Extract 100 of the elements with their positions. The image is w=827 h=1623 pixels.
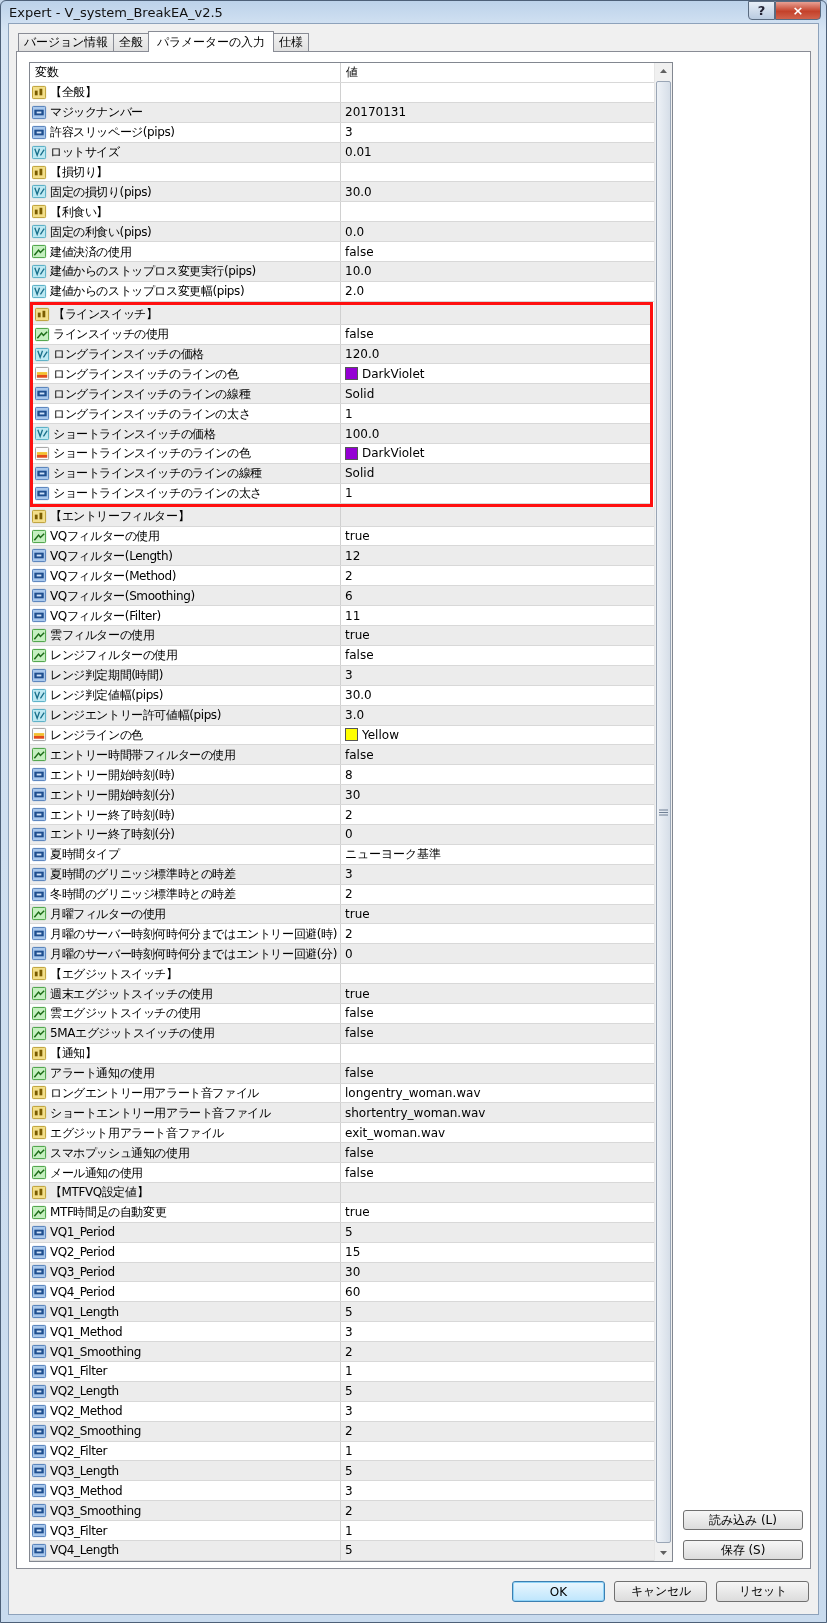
table-row[interactable]: 【通知】 bbox=[30, 1043, 654, 1064]
table-row[interactable]: 【エントリーフィルター】 bbox=[30, 506, 654, 527]
table-row[interactable]: VQフィルター(Filter) 11 bbox=[30, 606, 654, 627]
parameter-name: 月曜フィルターの使用 bbox=[50, 906, 166, 921]
dialog-button[interactable]: リセット bbox=[716, 1581, 809, 1602]
parameter-value: false bbox=[345, 1026, 374, 1041]
table-row[interactable]: エグジット用アラート音ファイル exit_woman.wav bbox=[30, 1123, 654, 1144]
table-row[interactable]: VQ3_Filter 1 bbox=[30, 1521, 654, 1541]
table-row[interactable]: レンジ判定値幅(pips) 30.0 bbox=[30, 685, 654, 706]
tab[interactable]: バージョン情報 bbox=[18, 33, 114, 51]
table-row[interactable]: VQ3_Period 30 bbox=[30, 1262, 654, 1283]
table-row[interactable]: VQ2_Length 5 bbox=[30, 1381, 654, 1402]
parameter-value: 10.0 bbox=[345, 264, 372, 279]
parameter-value: 5 bbox=[345, 1384, 353, 1399]
table-row[interactable]: 【ラインスイッチ】 bbox=[33, 304, 650, 325]
table-row[interactable]: メール通知の使用 false bbox=[30, 1163, 654, 1183]
table-row[interactable]: VQフィルター(Length) 12 bbox=[30, 546, 654, 567]
column-header[interactable]: 変数 bbox=[30, 63, 341, 82]
dialog-button[interactable]: OK bbox=[512, 1581, 605, 1602]
table-row[interactable]: ロングラインスイッチのラインの線種 Solid bbox=[33, 384, 650, 405]
table-row[interactable]: 建値決済の使用 false bbox=[30, 242, 654, 262]
table-row[interactable]: エントリー時間帯フィルターの使用 false bbox=[30, 745, 654, 766]
column-header[interactable]: 値 bbox=[341, 63, 654, 82]
table-row[interactable]: VQフィルター(Method) 2 bbox=[30, 566, 654, 587]
dialog-button[interactable]: キャンセル bbox=[614, 1581, 707, 1602]
table-row[interactable]: ショートラインスイッチのラインの太さ 1 bbox=[33, 483, 650, 504]
table-row[interactable]: VQ2_Filter 1 bbox=[30, 1441, 654, 1462]
table-row[interactable]: レンジフィルターの使用 false bbox=[30, 645, 654, 666]
table-row[interactable]: エントリー終了時刻(時) 2 bbox=[30, 805, 654, 825]
table-row[interactable]: VQ3_Length 5 bbox=[30, 1461, 654, 1482]
table-row[interactable]: VQ2_Smoothing 2 bbox=[30, 1421, 654, 1442]
table-row[interactable]: エントリー終了時刻(分) 0 bbox=[30, 824, 654, 845]
table-row[interactable]: ロングラインスイッチのラインの太さ 1 bbox=[33, 404, 650, 425]
table-row[interactable]: ラインスイッチの使用 false bbox=[33, 324, 650, 345]
parameter-name: VQ3_Smoothing bbox=[50, 1503, 141, 1518]
table-row[interactable]: ショートエントリー用アラート音ファイル shortentry_woman.wav bbox=[30, 1103, 654, 1124]
table-row[interactable]: 夏時間のグリニッジ標準時との時差 3 bbox=[30, 864, 654, 885]
table-row[interactable]: レンジラインの色 Yellow bbox=[30, 725, 654, 746]
table-row[interactable]: 【MTFVQ設定値】 bbox=[30, 1183, 654, 1203]
table-row[interactable]: 月曜のサーバー時刻何時何分まではエントリー回避(時) 2 bbox=[30, 924, 654, 945]
table-row[interactable]: ロングラインスイッチのラインの色 DarkViolet bbox=[33, 364, 650, 385]
table-row[interactable]: VQ1_Period 5 bbox=[30, 1222, 654, 1243]
table-row[interactable]: VQ4_Period 60 bbox=[30, 1282, 654, 1303]
parameter-value: shortentry_woman.wav bbox=[345, 1105, 486, 1120]
parameter-name: VQ3_Filter bbox=[50, 1523, 107, 1538]
table-row[interactable]: 【全般】 bbox=[30, 83, 654, 103]
table-row[interactable]: VQ2_Period 15 bbox=[30, 1242, 654, 1263]
tab[interactable]: 仕様 bbox=[273, 33, 309, 51]
table-row[interactable]: 月曜フィルターの使用 true bbox=[30, 904, 654, 925]
table-row[interactable]: アラート通知の使用 false bbox=[30, 1063, 654, 1084]
table-row[interactable]: VQ1_Length 5 bbox=[30, 1302, 654, 1323]
table-row[interactable]: ロットサイズ 0.01 bbox=[30, 142, 654, 163]
side-button[interactable]: 保存 (S) bbox=[683, 1540, 803, 1560]
table-row[interactable]: 雲フィルターの使用 true bbox=[30, 626, 654, 646]
table-row[interactable]: 建値からのストップロス変更幅(pips) 2.0 bbox=[30, 281, 654, 302]
table-row[interactable]: 月曜のサーバー時刻何時何分まではエントリー回避(分) 0 bbox=[30, 944, 654, 965]
table-row[interactable]: スマホプッシュ通知の使用 false bbox=[30, 1143, 654, 1164]
table-row[interactable]: VQ1_Method 3 bbox=[30, 1322, 654, 1343]
table-row[interactable]: マジックナンバー 20170131 bbox=[30, 102, 654, 123]
table-row[interactable]: 許容スリッページ(pips) 3 bbox=[30, 122, 654, 143]
table-row[interactable]: 夏時間タイプ ニューヨーク基準 bbox=[30, 844, 654, 865]
table-row[interactable]: ロングエントリー用アラート音ファイル longentry_woman.wav bbox=[30, 1083, 654, 1104]
table-row[interactable]: VQ1_Filter 1 bbox=[30, 1362, 654, 1382]
tab[interactable]: パラメーターの入力 bbox=[148, 31, 274, 52]
table-row[interactable]: VQ1_Smoothing 2 bbox=[30, 1342, 654, 1362]
close-button[interactable]: × bbox=[775, 1, 821, 20]
table-row[interactable]: MTF時間足の自動変更 true bbox=[30, 1202, 654, 1223]
parameter-name: ロングラインスイッチのラインの線種 bbox=[53, 386, 251, 401]
table-row[interactable]: VQフィルターの使用 true bbox=[30, 526, 654, 547]
table-row[interactable]: VQ2_Method 3 bbox=[30, 1401, 654, 1422]
table-row[interactable]: 固定の利食い(pips) 0.0 bbox=[30, 222, 654, 243]
help-button[interactable]: ? bbox=[748, 1, 775, 20]
table-row[interactable]: 雲エグジットスイッチの使用 false bbox=[30, 1003, 654, 1024]
table-row[interactable]: ショートラインスイッチのラインの線種 Solid bbox=[33, 463, 650, 484]
table-row[interactable]: 週末エグジットスイッチの使用 true bbox=[30, 984, 654, 1004]
table-row[interactable]: エントリー開始時刻(分) 30 bbox=[30, 785, 654, 806]
side-button[interactable]: 読み込み (L) bbox=[683, 1510, 803, 1530]
table-row[interactable]: 【損切り】 bbox=[30, 162, 654, 183]
table-row[interactable]: ショートラインスイッチのラインの色 DarkViolet bbox=[33, 444, 650, 464]
parameter-value: 3 bbox=[345, 1483, 353, 1498]
tab[interactable]: 全般 bbox=[113, 33, 149, 51]
table-row[interactable]: エントリー開始時刻(時) 8 bbox=[30, 765, 654, 786]
table-row[interactable]: ショートラインスイッチの価格 100.0 bbox=[33, 424, 650, 445]
table-row[interactable]: 建値からのストップロス変更実行(pips) 10.0 bbox=[30, 262, 654, 282]
table-row[interactable]: 冬時間のグリニッジ標準時との時差 2 bbox=[30, 884, 654, 905]
table-row[interactable]: レンジエントリー許可値幅(pips) 3.0 bbox=[30, 705, 654, 726]
parameter-name: VQ2_Filter bbox=[50, 1444, 107, 1458]
table-row[interactable]: VQ3_Method 3 bbox=[30, 1481, 654, 1502]
table-row[interactable]: VQフィルター(Smoothing) 6 bbox=[30, 586, 654, 607]
table-row[interactable]: ロングラインスイッチの価格 120.0 bbox=[33, 344, 650, 365]
table-row[interactable]: 5MAエグジットスイッチの使用 false bbox=[30, 1023, 654, 1044]
parameter-name: 建値からのストップロス変更幅(pips) bbox=[50, 284, 245, 299]
parameter-value: false bbox=[345, 747, 374, 762]
table-row[interactable]: 【エグジットスイッチ】 bbox=[30, 964, 654, 985]
parameter-name: VQ1_Filter bbox=[50, 1364, 107, 1379]
table-row[interactable]: レンジ判定期間(時間) 3 bbox=[30, 665, 654, 686]
table-row[interactable]: 【利食い】 bbox=[30, 202, 654, 223]
table-row[interactable]: VQ3_Smoothing 2 bbox=[30, 1501, 654, 1522]
table-row[interactable]: 固定の損切り(pips) 30.0 bbox=[30, 182, 654, 203]
table-row[interactable]: VQ4_Length 5 bbox=[30, 1541, 654, 1561]
